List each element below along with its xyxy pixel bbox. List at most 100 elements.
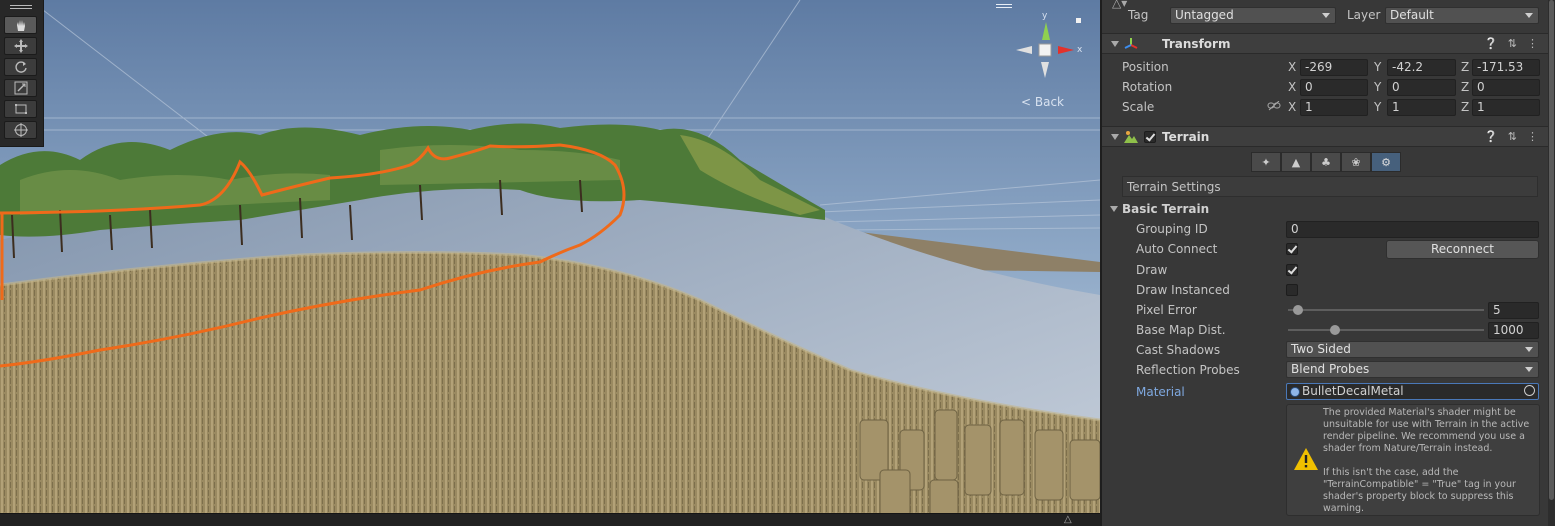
rotation-y-field[interactable]: 0 (1387, 79, 1456, 96)
base-map-dist-label: Base Map Dist. (1136, 323, 1226, 337)
reflection-probes-dropdown[interactable]: Blend Probes (1286, 361, 1539, 378)
tree-icon: ♣ (1321, 155, 1331, 169)
preset-icon[interactable]: ⇅ (1508, 130, 1517, 143)
inspector-scrollbar[interactable] (1548, 0, 1555, 526)
auto-connect-checkbox[interactable] (1286, 243, 1298, 255)
reconnect-button[interactable]: Reconnect (1386, 240, 1539, 259)
position-y-field[interactable]: -42.2 (1387, 59, 1456, 76)
terrain-settings-bar: Terrain Settings (1122, 176, 1538, 197)
position-x-axis[interactable]: X (1288, 60, 1296, 74)
layer-label: Layer (1347, 8, 1381, 22)
material-warning-box: The provided Material's shader might be … (1286, 404, 1540, 516)
scene-render (0, 0, 1100, 526)
terrain-header[interactable]: Terrain ❔ ⇅ ⋮ (1102, 126, 1548, 147)
hand-tool-button[interactable] (4, 16, 37, 34)
position-x-field[interactable]: -269 (1300, 59, 1368, 76)
scale-tool-button[interactable] (4, 79, 37, 97)
terrain-tool-bar: ✦ ▲ ♣ ❀ ⚙ (1251, 152, 1401, 172)
position-z-field[interactable]: -171.53 (1472, 59, 1540, 76)
foldout-arrow-icon[interactable] (1111, 41, 1119, 47)
paint-trees-button[interactable]: ♣ (1311, 152, 1341, 172)
foldout-arrow-icon[interactable] (1111, 134, 1119, 140)
chevron-down-icon (1322, 13, 1330, 18)
terrain-enabled-checkbox[interactable] (1144, 131, 1156, 143)
terrain-settings-label: Terrain Settings (1127, 180, 1221, 194)
pixel-error-field[interactable]: 5 (1488, 302, 1539, 319)
basic-terrain-foldout-icon[interactable] (1110, 206, 1118, 212)
base-map-dist-field[interactable]: 1000 (1488, 322, 1539, 339)
chevron-down-icon (1525, 13, 1533, 18)
auto-connect-label: Auto Connect (1136, 242, 1218, 256)
position-y-axis[interactable]: Y (1374, 60, 1381, 74)
terrain-settings-button[interactable]: ⚙ (1371, 152, 1401, 172)
cast-shadows-value: Two Sided (1291, 342, 1351, 356)
draw-instanced-checkbox[interactable] (1286, 284, 1298, 296)
pixel-error-label: Pixel Error (1136, 303, 1197, 317)
position-label: Position (1122, 60, 1169, 74)
base-map-dist-slider[interactable] (1288, 329, 1484, 331)
create-neighbor-icon: ✦ (1261, 155, 1271, 169)
gizmo-back-label[interactable]: < Back (1021, 95, 1064, 109)
scale-x-axis[interactable]: X (1288, 100, 1296, 114)
scrollbar-thumb[interactable] (1549, 0, 1554, 500)
rect-tool-button[interactable] (4, 100, 37, 118)
material-warning-text: The provided Material's shader might be … (1323, 407, 1530, 514)
scale-z-axis[interactable]: Z (1461, 100, 1469, 114)
link-icon[interactable] (1267, 101, 1281, 111)
paint-terrain-button[interactable]: ▲ (1281, 152, 1311, 172)
rotation-x-axis[interactable]: X (1288, 80, 1296, 94)
rotation-z-axis[interactable]: Z (1461, 80, 1469, 94)
draw-instanced-label: Draw Instanced (1136, 283, 1230, 297)
material-field[interactable]: BulletDecalMetal (1286, 383, 1539, 400)
inspector-panel: △▾ Tag Untagged Layer Default Transform … (1100, 0, 1548, 526)
pixel-error-slider-knob[interactable] (1292, 305, 1303, 315)
base-map-dist-slider-knob[interactable] (1330, 325, 1341, 335)
move-icon (13, 39, 28, 53)
object-picker-icon[interactable] (1524, 385, 1535, 396)
toolbox-grip[interactable] (0, 0, 43, 14)
transform-tool-button[interactable] (4, 121, 37, 139)
preset-icon[interactable]: ⇅ (1508, 37, 1517, 50)
help-icon[interactable]: ❔ (1484, 130, 1498, 143)
cast-shadows-dropdown[interactable]: Two Sided (1286, 341, 1539, 358)
rotation-x-field[interactable]: 0 (1300, 79, 1368, 96)
transform-title: Transform (1162, 37, 1231, 51)
gizmo-y-label: y (1042, 11, 1048, 21)
scale-x-field[interactable]: 1 (1300, 99, 1368, 116)
scale-y-axis[interactable]: Y (1374, 100, 1381, 114)
lock-icon[interactable]: △ (1064, 514, 1072, 525)
scale-y-field[interactable]: 1 (1387, 99, 1456, 116)
kebab-menu-icon[interactable]: ⋮ (1527, 37, 1538, 50)
scale-z-field[interactable]: 1 (1472, 99, 1540, 116)
create-neighbor-button[interactable]: ✦ (1251, 152, 1281, 172)
chevron-down-icon (1525, 347, 1533, 352)
rotation-label: Rotation (1122, 80, 1173, 94)
paint-details-button[interactable]: ❀ (1341, 152, 1371, 172)
transform-icon (13, 123, 28, 137)
rotate-tool-button[interactable] (4, 58, 37, 76)
draw-checkbox[interactable] (1286, 264, 1298, 276)
help-icon[interactable]: ❔ (1484, 37, 1498, 50)
transform-header[interactable]: Transform ❔ ⇅ ⋮ (1102, 33, 1548, 54)
rect-icon (14, 104, 27, 114)
layer-value: Default (1390, 8, 1434, 22)
scene-bottom-strip (0, 513, 1100, 526)
reflection-probes-label: Reflection Probes (1136, 363, 1240, 377)
tag-label: Tag (1128, 8, 1149, 22)
move-tool-button[interactable] (4, 37, 37, 55)
grouping-id-field[interactable]: 0 (1286, 221, 1539, 238)
transform-icon (1124, 38, 1138, 49)
pixel-error-slider[interactable] (1288, 309, 1484, 311)
rotation-z-field[interactable]: 0 (1472, 79, 1540, 96)
position-z-axis[interactable]: Z (1461, 60, 1469, 74)
scale-icon (14, 81, 27, 95)
terrain-icon (1124, 131, 1138, 143)
cast-shadows-label: Cast Shadows (1136, 343, 1221, 357)
tag-dropdown[interactable]: Untagged (1170, 7, 1336, 24)
kebab-menu-icon[interactable]: ⋮ (1527, 130, 1538, 143)
rotation-y-axis[interactable]: Y (1374, 80, 1381, 94)
material-label: Material (1136, 385, 1185, 399)
scene-view[interactable]: y x < Back △ (0, 0, 1100, 526)
layer-dropdown[interactable]: Default (1385, 7, 1539, 24)
gizmo-x-label: x (1077, 45, 1083, 55)
